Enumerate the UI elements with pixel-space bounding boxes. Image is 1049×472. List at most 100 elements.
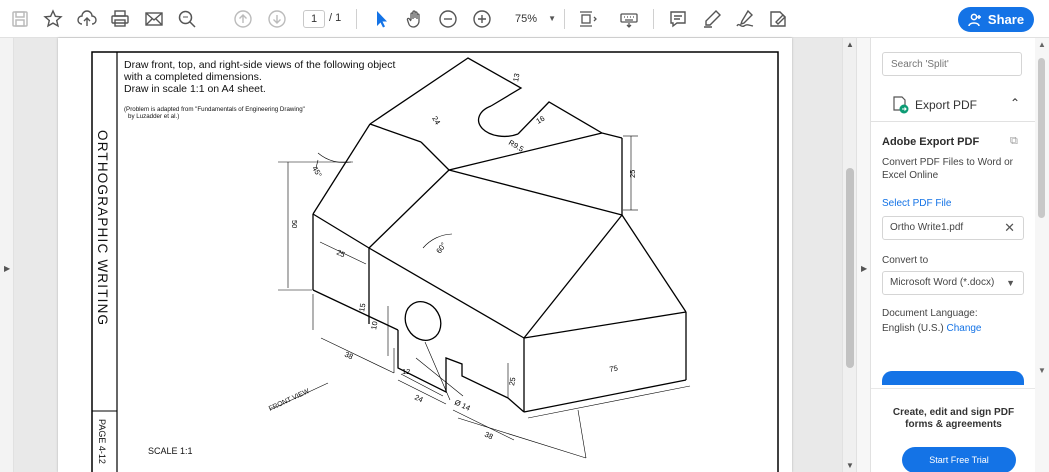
dim-angle-60: 60° <box>434 241 448 255</box>
find-icon[interactable] <box>176 8 198 30</box>
dim-50: 50 <box>290 220 299 228</box>
tools-pane: Export PDF ⌃ Adobe Export PDF ⧉ Convert … <box>870 38 1035 472</box>
dim-38-bottom: 38 <box>483 430 494 442</box>
dim-13: 13 <box>511 73 521 83</box>
instruction-line-2: with a completed dimensions. <box>123 71 262 83</box>
right-panel-toggle[interactable]: ▶ <box>856 38 870 472</box>
scrollbar-thumb[interactable] <box>846 168 854 368</box>
promo-text: Create, edit and sign PDF forms & agreem… <box>892 407 1015 430</box>
dim-24-bottom: 24 <box>413 393 424 405</box>
document-language-value: English (U.S.) <box>882 323 944 334</box>
scroll-down-icon[interactable]: ▼ <box>846 461 854 470</box>
select-pdf-link[interactable]: Select PDF File <box>882 198 951 209</box>
select-cursor-icon[interactable] <box>370 8 392 30</box>
pdf-page: ORTHOGRAPHIC WRITING PAGE 4-12 Draw fron… <box>58 38 792 472</box>
chevron-down-icon: ▼ <box>1006 278 1015 288</box>
chevron-right-icon: ▶ <box>4 264 11 273</box>
zoom-level-select[interactable]: 75% ▼ <box>508 10 558 28</box>
document-scrollbar[interactable]: ▲ ▼ <box>842 38 856 472</box>
dim-25-right: 25 <box>628 170 637 178</box>
scrollbar-thumb[interactable] <box>1038 58 1045 218</box>
page-number-input[interactable]: 1 <box>303 10 325 28</box>
keyboard-icon[interactable] <box>618 8 640 30</box>
side-title: ORTHOGRAPHIC WRITING <box>95 130 110 326</box>
zoom-level-value: 75% <box>515 13 538 25</box>
toolbar-divider <box>564 9 565 29</box>
scroll-up-icon[interactable]: ▲ <box>1038 40 1046 49</box>
drawing-sheet: ORTHOGRAPHIC WRITING PAGE 4-12 Draw fron… <box>91 51 779 472</box>
toolbar-divider <box>356 9 357 29</box>
help-icon[interactable]: ⧉ <box>1010 135 1018 148</box>
left-panel-toggle[interactable]: ▶ <box>0 38 14 472</box>
scale-label: SCALE 1:1 <box>148 446 193 456</box>
upload-cloud-icon[interactable] <box>76 8 98 30</box>
isometric-object <box>312 57 687 413</box>
print-icon[interactable] <box>109 8 131 30</box>
export-pdf-icon <box>893 95 909 113</box>
share-button-label: Share <box>987 12 1025 27</box>
email-icon[interactable] <box>143 8 165 30</box>
hand-tool-icon[interactable] <box>404 8 426 30</box>
page-label: PAGE 4-12 <box>97 419 107 464</box>
share-button[interactable]: Share <box>958 7 1034 32</box>
close-icon[interactable]: ✕ <box>1004 217 1015 239</box>
instruction-line-1: Draw front, top, and right-side views of… <box>124 59 395 71</box>
section-description: Convert PDF Files to Word or Excel Onlin… <box>882 157 1013 181</box>
dim-dia-14: Ø 14 <box>453 398 472 413</box>
toolbar-divider <box>653 9 654 29</box>
add-user-icon <box>968 13 981 26</box>
fill-sign-icon[interactable] <box>767 8 789 30</box>
export-pdf-header[interactable]: Export PDF ⌃ <box>871 88 1035 122</box>
dim-r9-5: R9.5 <box>507 138 525 154</box>
scroll-up-icon[interactable]: ▲ <box>846 40 854 49</box>
dim-15: 15 <box>357 303 367 313</box>
search-input[interactable] <box>882 52 1022 76</box>
dimension-lines <box>269 135 691 459</box>
promo-section: Create, edit and sign PDF forms & agreem… <box>871 388 1035 472</box>
document-canvas: ORTHOGRAPHIC WRITING PAGE 4-12 Draw fron… <box>14 38 842 472</box>
dim-25-bottom: 25 <box>507 377 517 387</box>
save-icon[interactable] <box>9 8 31 30</box>
sheet-border <box>91 51 779 472</box>
export-pdf-label: Export PDF <box>915 97 978 112</box>
chevron-up-icon[interactable]: ⌃ <box>1010 96 1020 110</box>
document-language-row: English (U.S.) Change <box>882 323 982 334</box>
bookmark-star-icon[interactable] <box>42 8 64 30</box>
dim-24-top: 24 <box>430 115 442 127</box>
scroll-down-icon[interactable]: ▼ <box>1038 366 1046 375</box>
change-language-link[interactable]: Change <box>946 323 981 334</box>
convert-format-value: Microsoft Word (*.docx) <box>890 277 995 288</box>
page-down-icon[interactable] <box>266 8 288 30</box>
dim-12: 12 <box>402 367 410 376</box>
dim-angle-45: 45° <box>310 165 323 179</box>
zoom-out-icon[interactable] <box>437 8 459 30</box>
dim-25-left: 25 <box>335 248 346 260</box>
section-title: Adobe Export PDF <box>882 136 980 148</box>
fit-page-icon[interactable] <box>576 8 598 30</box>
tools-pane-scrollbar[interactable]: ▲ ▼ <box>1035 38 1049 472</box>
chevron-right-icon: ▶ <box>861 264 868 273</box>
selected-file-field[interactable]: Ortho Write1.pdf ✕ <box>882 216 1024 240</box>
dim-10: 10 <box>369 321 379 331</box>
convert-format-select[interactable]: Microsoft Word (*.docx) ▼ <box>882 271 1024 295</box>
top-toolbar: 1 / 1 75% ▼ Share <box>0 0 1049 38</box>
zoom-in-icon[interactable] <box>471 8 493 30</box>
document-language-label: Document Language: <box>882 308 978 319</box>
dim-38-left: 38 <box>343 350 354 362</box>
sign-icon[interactable] <box>734 8 756 30</box>
pdf-viewer-app: 1 / 1 75% ▼ Share ▶ ORTHOGRAPHIC WRITING… <box>0 0 1049 472</box>
page-total: / 1 <box>329 12 342 24</box>
instruction-line-3: Draw in scale 1:1 on A4 sheet. <box>124 83 266 95</box>
front-view-label: FRONT VIEW <box>268 388 311 413</box>
dim-75: 75 <box>609 363 619 374</box>
start-free-trial-button[interactable]: Start Free Trial <box>902 447 1016 472</box>
page-up-icon[interactable] <box>232 8 254 30</box>
highlight-pen-icon[interactable] <box>701 8 723 30</box>
comment-icon[interactable] <box>667 8 689 30</box>
chevron-down-icon: ▼ <box>548 14 556 23</box>
convert-to-label: Convert to <box>882 255 929 266</box>
selected-file-name: Ortho Write1.pdf <box>890 222 964 233</box>
note-line-1: (Problem is adapted from "Fundamentals o… <box>124 106 305 113</box>
note-line-2: by Luzadder et al.) <box>128 113 179 120</box>
export-button[interactable] <box>882 371 1024 385</box>
